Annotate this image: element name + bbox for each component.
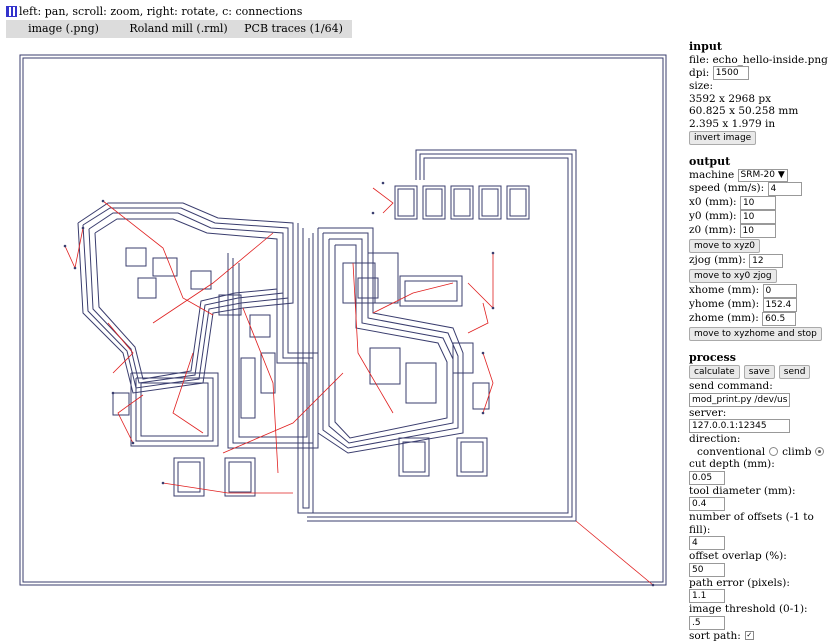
x0-input[interactable] xyxy=(740,196,776,210)
input-heading: input xyxy=(689,41,831,54)
server-input[interactable] xyxy=(689,419,790,433)
save-button[interactable]: save xyxy=(744,365,775,379)
y0-label: y0 (mm): xyxy=(689,210,737,223)
cut-depth-input[interactable] xyxy=(689,471,725,485)
server-label: server: xyxy=(689,407,831,420)
cut-depth-label: cut depth (mm): xyxy=(689,458,831,471)
dpi-label: dpi: xyxy=(689,67,709,80)
climb-label: climb xyxy=(782,446,811,459)
y0-input[interactable] xyxy=(740,210,776,224)
zhome-input[interactable] xyxy=(762,312,796,326)
machine-select[interactable]: SRM-20 ▼ xyxy=(738,169,788,182)
dpi-input[interactable] xyxy=(713,66,749,80)
help-hint: left: pan, scroll: zoom, right: rotate, … xyxy=(6,5,302,18)
conventional-label: conventional xyxy=(697,446,765,459)
machine-value: SRM-20 xyxy=(741,170,775,180)
tool-diameter-label: tool diameter (mm): xyxy=(689,485,831,498)
zjog-label: zjog (mm): xyxy=(689,254,746,267)
z0-input[interactable] xyxy=(740,224,776,238)
file-label: file: xyxy=(689,54,709,67)
offsets-label: number of offsets (-1 to fill): xyxy=(689,511,831,536)
toolpath-svg[interactable] xyxy=(13,53,672,588)
overlap-label: offset overlap (%): xyxy=(689,550,831,563)
size-mm: 60.825 x 50.258 mm xyxy=(689,105,831,118)
process-section: process calculate save send send command… xyxy=(689,352,831,642)
help-text: left: pan, scroll: zoom, right: rotate, … xyxy=(19,5,302,18)
calculate-button[interactable]: calculate xyxy=(689,365,740,379)
send-button[interactable]: send xyxy=(779,365,811,379)
zhome-label: zhome (mm): xyxy=(689,312,759,325)
grid-icon xyxy=(6,6,17,17)
zjog-input[interactable] xyxy=(749,254,783,268)
output-heading: output xyxy=(689,156,831,169)
yhome-input[interactable] xyxy=(763,298,797,312)
output-section: output machine SRM-20 ▼ speed (mm/s): x0… xyxy=(689,156,831,342)
z0-label: z0 (mm): xyxy=(689,224,736,237)
overlap-input[interactable] xyxy=(689,563,725,577)
pad-vertex-marks xyxy=(64,182,655,587)
dropdown-arrow-icon: ▼ xyxy=(778,170,785,180)
speed-label: speed (mm/s): xyxy=(689,182,764,195)
tool-diameter-input[interactable] xyxy=(689,497,725,511)
process-heading: process xyxy=(689,352,831,365)
format-tab-bar: image (.png) Roland mill (.rml) PCB trac… xyxy=(6,20,352,38)
settings-panel: input file: echo_hello-inside.png dpi: s… xyxy=(689,41,831,642)
input-section: input file: echo_hello-inside.png dpi: s… xyxy=(689,41,831,146)
x0-label: x0 (mm): xyxy=(689,196,737,209)
conventional-radio[interactable] xyxy=(769,447,778,456)
file-name: echo_hello-inside.png xyxy=(712,54,827,67)
invert-image-button[interactable]: invert image xyxy=(689,131,756,145)
move-to-xy0-zjog-button[interactable]: move to xy0 zjog xyxy=(689,269,777,283)
path-error-label: path error (pixels): xyxy=(689,577,831,590)
sort-path-label: sort path: xyxy=(689,630,741,642)
move-to-xyz0-button[interactable]: move to xyz0 xyxy=(689,239,760,253)
tab-roland-mill-rml[interactable]: Roland mill (.rml) xyxy=(121,20,236,38)
xhome-input[interactable] xyxy=(763,284,797,298)
tab-pcb-traces[interactable]: PCB traces (1/64) xyxy=(236,20,351,38)
path-error-input[interactable] xyxy=(689,589,725,603)
offsets-input[interactable] xyxy=(689,536,725,550)
size-in: 2.395 x 1.979 in xyxy=(689,118,831,131)
toolpath-view[interactable] xyxy=(13,53,672,588)
tab-image-png[interactable]: image (.png) xyxy=(6,20,121,38)
send-command-label: send command: xyxy=(689,380,831,393)
threshold-label: image threshold (0-1): xyxy=(689,603,831,616)
size-px: 3592 x 2968 px xyxy=(689,93,831,106)
toolpath-traces xyxy=(20,55,666,585)
size-label: size: xyxy=(689,80,831,93)
sort-path-checkbox[interactable]: ✓ xyxy=(745,631,754,640)
speed-input[interactable] xyxy=(768,182,802,196)
machine-label: machine xyxy=(689,169,734,182)
xhome-label: xhome (mm): xyxy=(689,284,759,297)
direction-label: direction: xyxy=(689,433,831,446)
threshold-input[interactable] xyxy=(689,616,725,630)
climb-radio[interactable] xyxy=(815,447,824,456)
yhome-label: yhome (mm): xyxy=(689,298,759,311)
connection-lines xyxy=(65,188,653,585)
move-to-home-button[interactable]: move to xyzhome and stop xyxy=(689,327,822,341)
send-command-input[interactable] xyxy=(689,393,790,407)
